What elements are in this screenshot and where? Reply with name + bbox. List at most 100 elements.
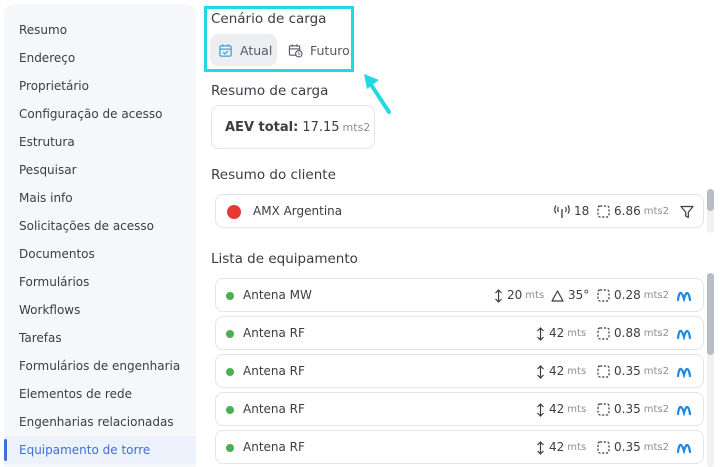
angle-icon [551, 289, 564, 302]
movistar-logo-icon [677, 443, 691, 454]
equipment-area-unit: mts2 [643, 404, 669, 415]
client-summary-title: Resumo do cliente [211, 167, 336, 183]
sidebar-item-documentos[interactable]: Documentos [4, 240, 196, 268]
equipment-area: 0.35 mts2 [597, 355, 669, 388]
argentina-flag-icon [227, 205, 241, 219]
area-icon [597, 403, 610, 416]
equipment-height-unit: mts [567, 366, 587, 377]
height-arrow-icon [537, 440, 544, 455]
equipment-area-unit: mts2 [643, 442, 669, 453]
client-antenna-count: 18 [554, 195, 589, 228]
sidebar-item-resumo[interactable]: Resumo [4, 16, 196, 44]
equipment-area-value: 0.88 [614, 326, 641, 340]
equipment-angle: 35° [551, 279, 589, 312]
sidebar-item-estrutura[interactable]: Estrutura [4, 128, 196, 156]
equipment-angle-value: 35° [568, 288, 590, 302]
client-area: 6.86 mts2 [597, 195, 669, 228]
movistar-logo-icon [677, 329, 691, 340]
main-content: Cenário de carga Atual Futuro Resumo de … [196, 0, 725, 467]
equipment-height: 42 mts [536, 431, 586, 464]
equipment-row[interactable]: Antena RF 42 mts 0.35 mts2 [215, 392, 704, 426]
scenario-title: Cenário de carga [211, 11, 327, 27]
sidebar-item-solicitacoes-acesso[interactable]: Solicitações de acesso [4, 212, 196, 240]
client-antenna-value: 18 [574, 204, 590, 218]
equipment-height-value: 42 [549, 364, 565, 378]
sidebar-item-configuracao-acesso[interactable]: Configuração de acesso [4, 100, 196, 128]
equipment-height-unit: mts [525, 290, 545, 301]
status-dot [226, 368, 234, 376]
sidebar-item-endereco[interactable]: Endereço [4, 44, 196, 72]
equipment-height-value: 20 [507, 288, 523, 302]
aev-total-card: AEV total: 17.15 mts2 [211, 105, 375, 149]
equipment-name: Antena RF [243, 326, 305, 340]
height-arrow-icon [537, 402, 544, 417]
sidebar: Resumo Endereço Proprietário Configuraçã… [4, 4, 196, 467]
equipment-list-scrollbar[interactable] [707, 273, 714, 467]
movistar-logo-icon [677, 405, 691, 416]
height-arrow-icon [537, 364, 544, 379]
area-icon [597, 205, 610, 218]
sidebar-item-workflows[interactable]: Workflows [4, 296, 196, 324]
area-icon [597, 365, 610, 378]
sidebar-item-formularios-engenharia[interactable]: Formulários de engenharia [4, 352, 196, 380]
movistar-logo-icon [677, 291, 691, 302]
antenna-signal-icon [554, 204, 570, 218]
aev-total-value: 17.15 [302, 119, 340, 135]
equipment-height-value: 42 [549, 402, 565, 416]
equipment-area: 0.35 mts2 [597, 393, 669, 426]
status-dot [226, 406, 234, 414]
client-area-unit: mts2 [643, 206, 669, 217]
equipment-name: Antena RF [243, 440, 305, 454]
sidebar-item-mais-info[interactable]: Mais info [4, 184, 196, 212]
equipment-height: 42 mts [536, 355, 586, 388]
equipment-list-title: Lista de equipamento [211, 251, 358, 267]
scenario-future-button[interactable]: Futuro [280, 34, 352, 66]
client-row[interactable]: AMX Argentina 18 6.86 mts2 [215, 194, 704, 228]
equipment-name: Antena RF [243, 402, 305, 416]
equipment-area-value: 0.35 [614, 402, 641, 416]
equipment-row[interactable]: Antena RF 42 mts 0.35 mts2 [215, 430, 704, 464]
equipment-area-unit: mts2 [643, 290, 669, 301]
sidebar-item-equipamento-torre[interactable]: Equipamento de torre [4, 436, 196, 464]
height-arrow-icon [495, 288, 502, 303]
equipment-height-value: 42 [549, 440, 565, 454]
equipment-name: Antena MW [243, 288, 312, 302]
sidebar-item-elementos-rede[interactable]: Elementos de rede [4, 380, 196, 408]
scenario-current-button[interactable]: Atual [210, 34, 277, 66]
movistar-logo-icon [677, 367, 691, 378]
equipment-area: 0.35 mts2 [597, 431, 669, 464]
aev-total-label: AEV total: [225, 119, 299, 135]
client-list-scrollbar[interactable] [707, 189, 714, 233]
area-icon [597, 327, 610, 340]
sidebar-item-pesquisar[interactable]: Pesquisar [4, 156, 196, 184]
equipment-height-value: 42 [549, 326, 565, 340]
equipment-height: 42 mts [536, 317, 586, 350]
equipment-height: 20 mts [494, 279, 544, 312]
sidebar-item-formularios[interactable]: Formulários [4, 268, 196, 296]
filter-icon[interactable] [680, 205, 694, 219]
status-dot [226, 330, 234, 338]
sidebar-item-proprietario[interactable]: Proprietário [4, 72, 196, 100]
equipment-area-value: 0.28 [614, 288, 641, 302]
equipment-list-scroll-thumb[interactable] [707, 273, 714, 355]
client-name: AMX Argentina [253, 204, 343, 218]
equipment-height-unit: mts [567, 328, 587, 339]
area-icon [597, 441, 610, 454]
equipment-area: 0.28 mts2 [597, 279, 669, 312]
equipment-area: 0.88 mts2 [597, 317, 669, 350]
calendar-clock-icon [288, 43, 303, 58]
equipment-area-value: 0.35 [614, 364, 641, 378]
equipment-row[interactable]: Antena RF 42 mts 0.35 mts2 [215, 354, 704, 388]
status-dot [226, 444, 234, 452]
equipment-area-unit: mts2 [643, 366, 669, 377]
client-list-scroll-thumb[interactable] [707, 189, 714, 211]
equipment-row[interactable]: Antena MW 20 mts 35° 0.28 mts2 [215, 278, 704, 312]
sidebar-item-engenharias-relacionadas[interactable]: Engenharias relacionadas [4, 408, 196, 436]
area-icon [597, 289, 610, 302]
scenario-future-label: Futuro [310, 42, 350, 58]
equipment-height-unit: mts [567, 442, 587, 453]
equipment-area-value: 0.35 [614, 440, 641, 454]
equipment-row[interactable]: Antena RF 42 mts 0.88 mts2 [215, 316, 704, 350]
sidebar-item-tarefas[interactable]: Tarefas [4, 324, 196, 352]
equipment-height-unit: mts [567, 404, 587, 415]
